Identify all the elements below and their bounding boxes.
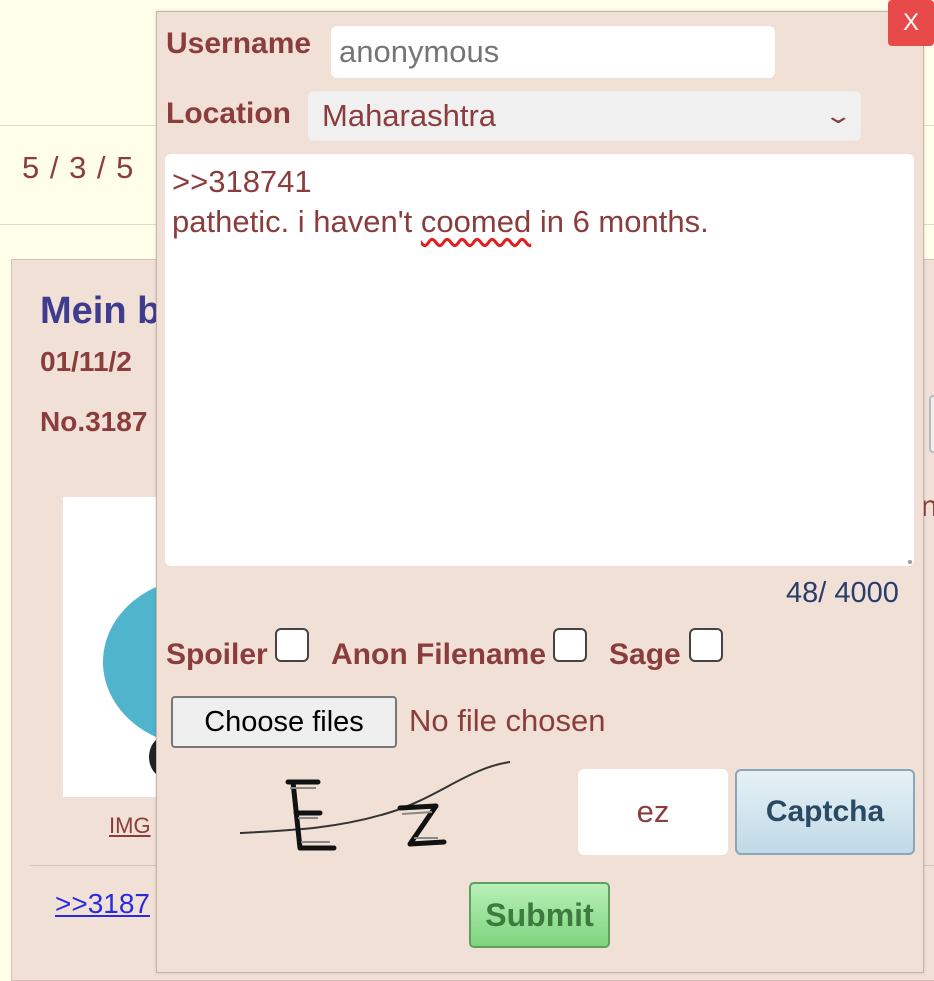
captcha-input[interactable]: ez: [578, 769, 728, 855]
sage-checkbox[interactable]: [689, 628, 723, 662]
post-title: Mein b: [40, 290, 161, 332]
username-label: Username: [166, 27, 312, 60]
close-button[interactable]: X: [888, 0, 934, 46]
post-number[interactable]: No.3187: [40, 406, 147, 438]
side-button[interactable]: [929, 395, 934, 453]
anon-filename-label: Anon Filename: [331, 638, 547, 671]
character-counter: 48/ 4000: [786, 577, 899, 609]
sage-label: Sage: [609, 638, 681, 671]
location-label: Location: [166, 97, 291, 130]
file-status-text: No file chosen: [409, 703, 606, 738]
chevron-down-icon: ⌄: [823, 103, 853, 128]
submit-button[interactable]: Submit: [469, 882, 610, 948]
comment-text-start: pathetic. i haven't: [172, 204, 421, 239]
anon-filename-checkbox[interactable]: [553, 628, 587, 662]
comment-textarea[interactable]: >>318741 pathetic. i haven't coomed in 6…: [165, 154, 914, 566]
misspelled-word: coomed: [420, 204, 532, 239]
page-counter: 5 / 3 / 5: [22, 150, 135, 185]
reply-quote-link[interactable]: >>3187: [55, 888, 150, 920]
username-input[interactable]: anonymous: [331, 26, 775, 78]
spoiler-checkbox[interactable]: [275, 628, 309, 662]
image-filename-link[interactable]: IMG: [109, 813, 151, 839]
comment-quote: >>318741: [172, 164, 312, 199]
spoiler-label: Spoiler: [166, 638, 268, 671]
textarea-resize-handle[interactable]: [908, 560, 912, 564]
choose-files-button[interactable]: Choose files: [171, 696, 397, 748]
captcha-image: [239, 761, 511, 851]
captcha-button[interactable]: Captcha: [735, 769, 915, 855]
location-selected-value: Maharashtra: [322, 98, 497, 133]
location-select[interactable]: Maharashtra ⌄: [308, 91, 861, 141]
comment-text-end: in 6 months.: [531, 204, 709, 239]
post-date: 01/11/2: [40, 346, 132, 377]
